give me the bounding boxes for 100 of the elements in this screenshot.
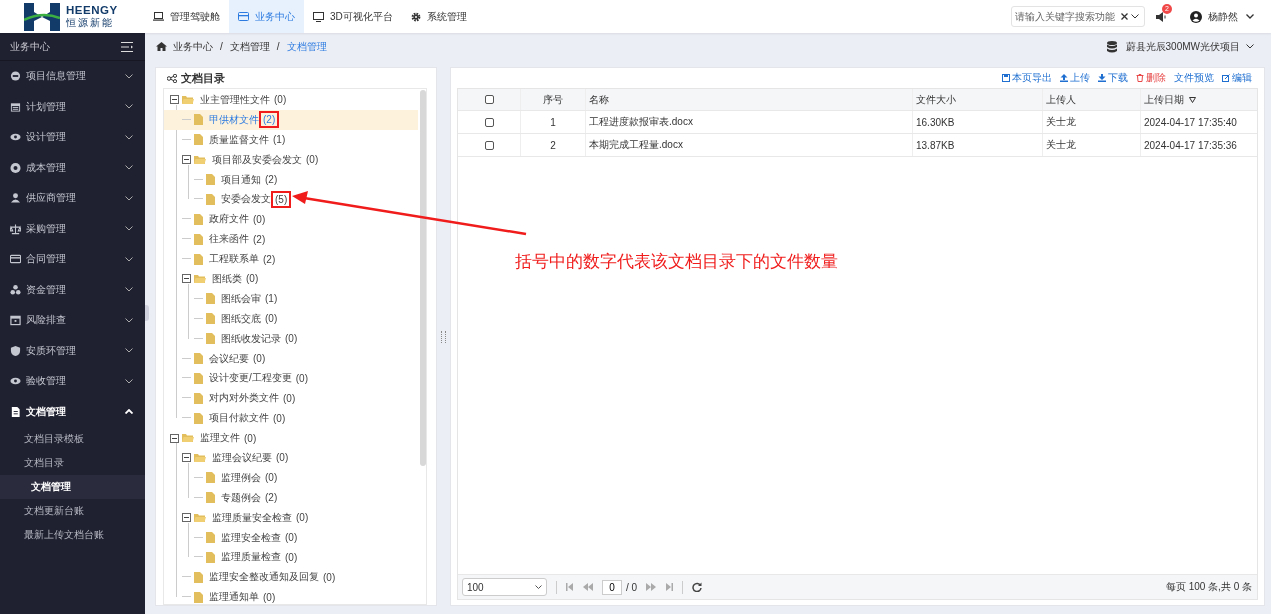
tree-item[interactable]: 图纸收发记录 (0)	[164, 328, 418, 349]
refresh-icon[interactable]	[692, 582, 703, 592]
column-header[interactable]: 文件大小	[913, 89, 1043, 110]
tree-item[interactable]: 设计变更/工程变更 (0)	[164, 368, 418, 389]
tree-item[interactable]: 往来函件 (2)	[164, 229, 418, 250]
tree-item[interactable]: 监理安全整改通知及回复 (0)	[164, 567, 418, 588]
submenu-item[interactable]: 文档目录模板	[0, 427, 145, 451]
breadcrumb-link[interactable]: 业务中心	[173, 39, 213, 54]
menu-item[interactable]: 验收管理	[0, 366, 145, 397]
submenu-item[interactable]: 文档管理	[0, 475, 145, 499]
toolbar-button[interactable]: 文件预览	[1174, 71, 1214, 85]
menu-item[interactable]: 项目信息管理	[0, 61, 145, 92]
monitor-icon	[313, 11, 324, 22]
file-icon	[206, 193, 215, 205]
chevron-down-icon[interactable]	[1246, 44, 1254, 49]
tree-item[interactable]: 项目通知 (2)	[164, 169, 418, 190]
home-icon[interactable]	[156, 42, 167, 51]
save-icon	[1002, 74, 1010, 82]
toolbar-button[interactable]: 上传	[1060, 71, 1090, 85]
collapse-icon[interactable]	[182, 274, 191, 284]
tree-item[interactable]: 项目部及安委会发文 (0)	[164, 149, 418, 170]
submenu-item[interactable]: 文档更新台账	[0, 499, 145, 523]
tree-item[interactable]: 安委会发文 (5)	[164, 189, 418, 210]
speaker-icon[interactable]	[1156, 10, 1168, 23]
collapse-icon[interactable]	[182, 453, 191, 463]
menu-item[interactable]: 文档管理	[0, 396, 145, 427]
column-header[interactable]: 上传日期	[1141, 89, 1257, 110]
tree-item[interactable]: 工程联系单 (2)	[164, 249, 418, 269]
toolbar-button[interactable]: 删除	[1136, 71, 1166, 85]
menu-item[interactable]: 安质环管理	[0, 335, 145, 366]
menu-item[interactable]: 采购管理	[0, 213, 145, 244]
filter-icon[interactable]	[1189, 96, 1196, 103]
file-count: (2)	[252, 232, 267, 247]
toolbar-button[interactable]: 本页导出	[1002, 71, 1052, 85]
tree-item[interactable]: 会议纪要 (0)	[164, 348, 418, 369]
row-checkbox[interactable]	[484, 140, 494, 150]
submenu-item[interactable]: 文档目录	[0, 451, 145, 475]
page-input[interactable]: 0	[602, 579, 622, 595]
menu-item[interactable]: 计划管理	[0, 91, 145, 122]
tree-item[interactable]: 业主管理性文件 (0)	[164, 90, 418, 110]
toolbar-button[interactable]: 编辑	[1222, 71, 1252, 85]
document-icon	[10, 405, 21, 418]
file-icon	[194, 412, 203, 424]
collapse-handle[interactable]	[145, 305, 149, 321]
menu-item[interactable]: 风险排查	[0, 305, 145, 336]
collapse-icon[interactable]	[182, 513, 191, 523]
page-total: / 0	[626, 581, 638, 593]
file-icon	[206, 174, 215, 185]
card-icon	[238, 12, 249, 21]
submenu-item[interactable]: 最新上传文档台账	[0, 523, 145, 547]
trash-icon	[1136, 74, 1144, 82]
column-header[interactable]: 上传人	[1043, 89, 1141, 110]
menu-item[interactable]: 成本管理	[0, 152, 145, 183]
menu-item[interactable]: 设计管理	[0, 122, 145, 153]
nav-tab[interactable]: 3D可视化平台	[304, 0, 402, 33]
breadcrumb-link[interactable]: 文档管理	[229, 39, 270, 54]
tree-item[interactable]: 专题例会 (2)	[164, 487, 418, 508]
nav-tab[interactable]: 系统管理	[401, 0, 476, 33]
tree-item[interactable]: 图纸交底 (0)	[164, 308, 418, 329]
tree-item[interactable]: 监理安全检查 (0)	[164, 527, 418, 548]
toolbar-button[interactable]: 下载	[1098, 71, 1128, 85]
menu-icon[interactable]	[121, 41, 133, 52]
chevron-down-icon[interactable]	[1246, 14, 1254, 19]
collapse-icon[interactable]	[170, 95, 179, 105]
tree-item[interactable]: 监理文件 (0)	[164, 428, 418, 449]
tree-item[interactable]: 项目付款文件 (0)	[164, 408, 418, 429]
chevron-down-icon[interactable]	[1131, 14, 1139, 19]
column-header[interactable]: 名称	[586, 89, 913, 110]
menu-item[interactable]: 资金管理	[0, 274, 145, 305]
tree-item[interactable]: 监理质量检查 (0)	[164, 547, 418, 568]
page-size-select[interactable]: 100	[462, 578, 547, 596]
tree-item[interactable]: 质量监督文件 (1)	[164, 129, 418, 150]
tree-item[interactable]: 图纸类 (0)	[164, 269, 418, 289]
tree-item[interactable]: 甲供材文件 (2)	[164, 109, 418, 130]
nav-tab[interactable]: 管理驾驶舱	[144, 0, 229, 33]
search-field[interactable]: 请输入关键字搜索功能	[1011, 6, 1145, 27]
tree-item[interactable]: 政府文件 (0)	[164, 209, 418, 230]
close-icon[interactable]	[1121, 13, 1128, 20]
tree-item[interactable]: 监理会议纪要 (0)	[164, 448, 418, 468]
row-checkbox[interactable]	[484, 117, 494, 127]
tree-item[interactable]: 图纸会审 (1)	[164, 288, 418, 309]
menu-item[interactable]: 合同管理	[0, 244, 145, 275]
splitter-handle[interactable]	[441, 330, 446, 343]
collapse-icon[interactable]	[170, 433, 179, 443]
nav-tab[interactable]: 业务中心	[229, 0, 304, 33]
select-all-checkbox[interactable]	[484, 95, 494, 104]
tree-item[interactable]: 监理质量安全检查 (0)	[164, 507, 418, 528]
person-icon	[10, 192, 21, 205]
tree-item[interactable]: 监理例会 (0)	[164, 467, 418, 488]
menu-item[interactable]: 供应商管理	[0, 183, 145, 214]
file-icon	[194, 372, 203, 384]
tree-item[interactable]: 监理通知单 (0)	[164, 587, 418, 604]
user-name[interactable]: 杨静然	[1208, 9, 1238, 24]
tree-item[interactable]: 对内对外类文件 (0)	[164, 388, 418, 409]
highlighted-count: (2)	[259, 111, 280, 129]
column-header[interactable]: 序号	[521, 89, 586, 110]
project-selector[interactable]: 蔚县光辰300MW光伏项目	[1125, 39, 1240, 54]
file-count: (0)	[322, 570, 337, 585]
scrollbar-thumb[interactable]	[420, 90, 426, 466]
collapse-icon[interactable]	[182, 155, 191, 165]
